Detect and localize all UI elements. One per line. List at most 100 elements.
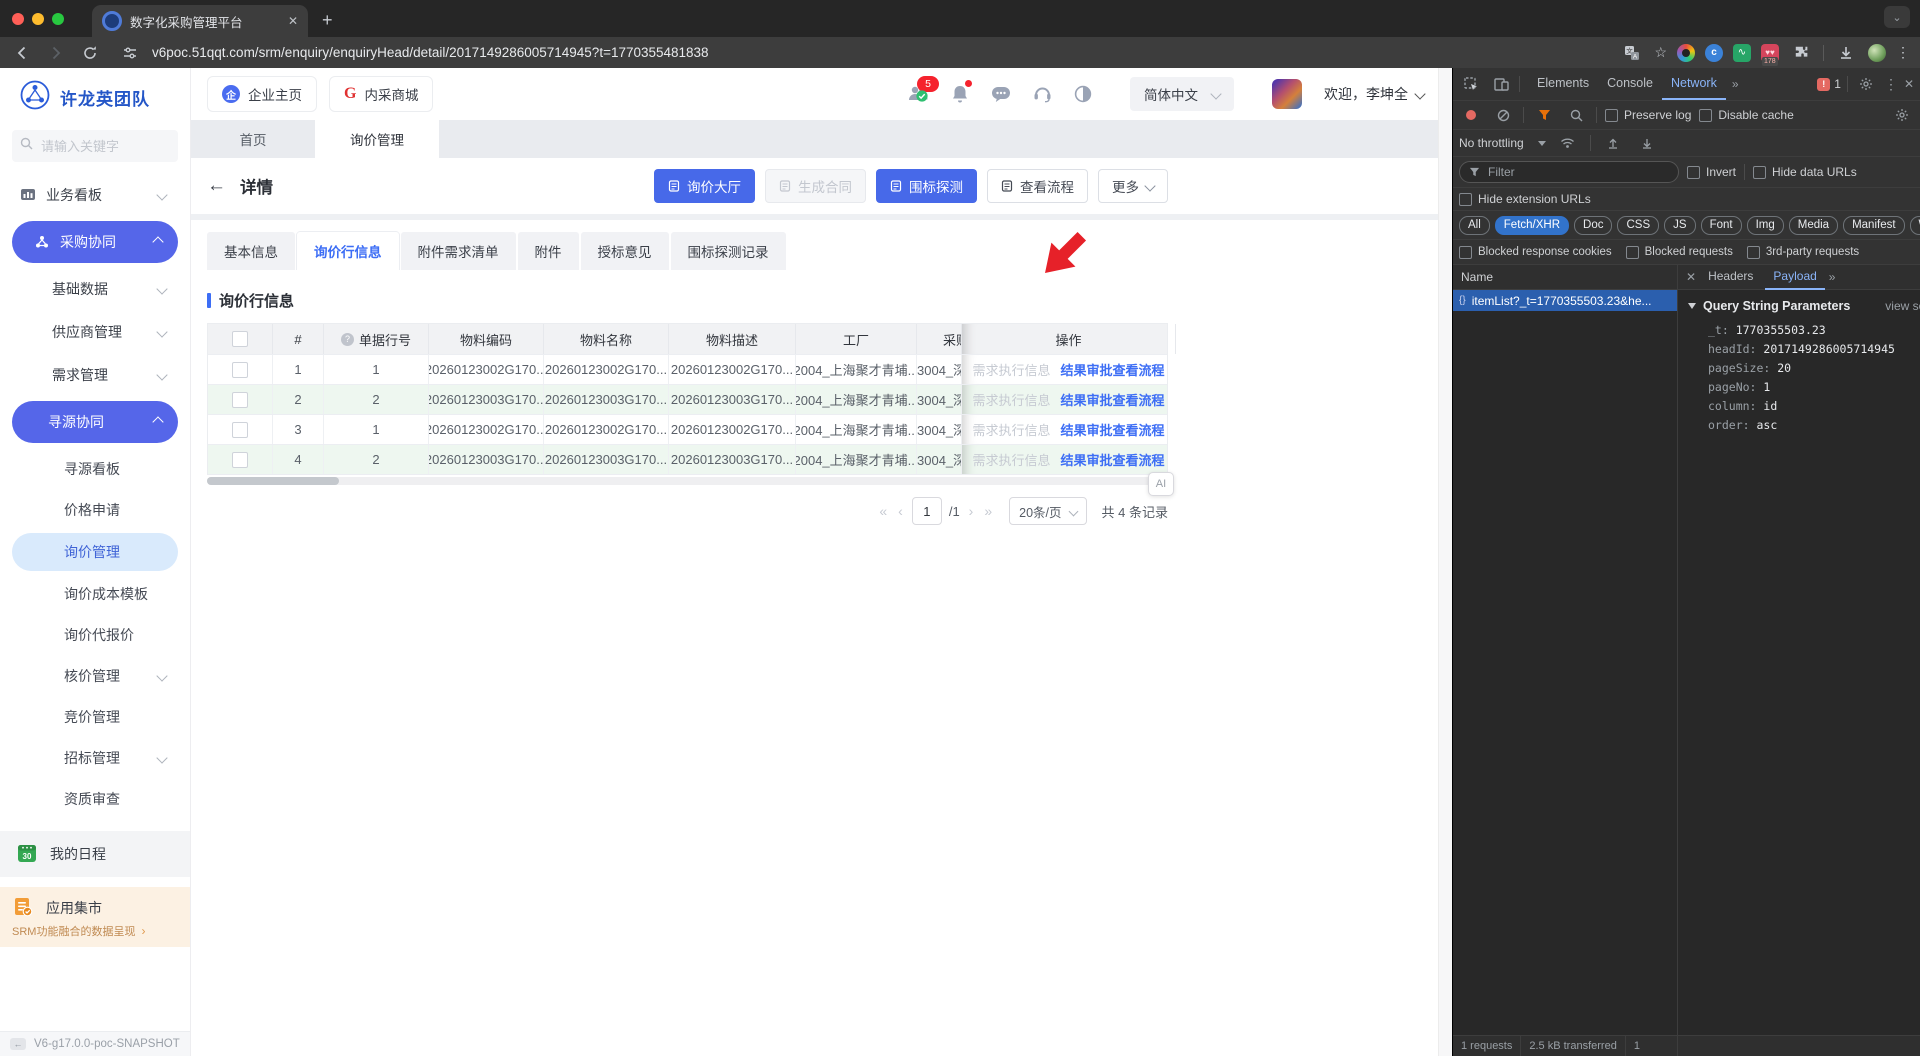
new-tab-button[interactable]: + [322,10,333,31]
blocked-cookies-checkbox[interactable]: Blocked response cookies [1459,245,1612,259]
sidebar-item-14[interactable]: 资质审查 [0,780,190,818]
network-filter-input[interactable] [1486,164,1640,180]
internal-mall-button[interactable]: G 内采商城 [329,76,434,112]
view-source-link[interactable]: view source [1885,299,1920,313]
current-page-input[interactable]: 1 [911,497,942,525]
extension-blue-icon[interactable]: c [1705,43,1723,62]
disable-cache-checkbox[interactable]: Disable cache [1699,108,1794,122]
theme-contrast-icon[interactable] [1074,85,1092,103]
sidebar-item-3[interactable]: 供应商管理 [0,313,190,351]
filter-funnel-icon[interactable] [1532,103,1556,127]
type-filter-all[interactable]: All [1459,215,1490,235]
tab-4[interactable]: 授标意见 [580,232,669,270]
reload-icon[interactable] [78,41,102,65]
horizontal-scrollbar[interactable] [207,477,1168,485]
collapse-icon[interactable]: ← [10,1038,26,1050]
tab-headers[interactable]: Headers [1700,264,1761,290]
user-avatar[interactable] [1272,79,1302,109]
tab-2[interactable]: 附件需求清单 [400,232,516,270]
devtools-menu-icon[interactable]: ⋮ [1884,76,1898,93]
action-button-4[interactable]: 更多 [1098,169,1168,203]
devtools-tab-network[interactable]: Network [1661,68,1726,100]
network-filter-input-wrap[interactable] [1459,161,1679,183]
tab-3[interactable]: 附件 [517,232,579,270]
support-headset-icon[interactable] [1033,85,1052,103]
sidebar-item-13[interactable]: 招标管理 [0,739,190,777]
action-approval-flow-link[interactable]: 结果审批查看流程 [1061,360,1165,379]
sidebar-item-5[interactable]: 寻源协同 [12,401,178,443]
action-approval-flow-link[interactable]: 结果审批查看流程 [1061,450,1165,469]
import-har-icon[interactable] [1601,131,1625,155]
close-window-button[interactable] [12,12,24,25]
network-conditions-icon[interactable] [1556,131,1580,155]
url-text[interactable]: v6poc.51qqt.com/srm/enquiry/enquiryHead/… [152,45,709,60]
device-toolbar-icon[interactable] [1489,72,1513,96]
sidebar-item-0[interactable]: 业务看板 [0,176,190,214]
browser-profile-avatar[interactable] [1868,43,1886,62]
invert-checkbox[interactable]: Invert [1687,165,1736,179]
search-input[interactable] [39,137,163,155]
chat-icon[interactable] [991,85,1011,103]
network-settings-icon[interactable] [1890,103,1914,127]
record-icon[interactable] [1459,103,1483,127]
enterprise-home-button[interactable]: 企 企业主页 [207,76,317,112]
browser-menu-icon[interactable]: ⋮ [1896,44,1910,61]
page-tab-home[interactable]: 首页 [191,120,315,158]
extension-colorwheel-icon[interactable] [1677,43,1695,62]
row-checkbox[interactable] [232,421,248,438]
translate-icon[interactable]: 文A [1620,41,1644,65]
action-approval-flow-link[interactable]: 结果审批查看流程 [1061,390,1165,409]
first-page-icon[interactable]: « [877,503,889,519]
sidebar-item-7[interactable]: 价格申请 [0,491,190,529]
sidebar-item-6[interactable]: 寻源看板 [0,450,190,488]
page-size-select[interactable]: 20条/页 [1009,497,1087,525]
name-column-header[interactable]: Name [1453,265,1677,290]
extension-green-icon[interactable]: ∿ [1733,43,1751,62]
contacts-icon[interactable]: 5 [907,76,939,103]
checkbox[interactable] [1459,245,1472,259]
close-tab-icon[interactable]: ✕ [288,14,298,28]
checkbox[interactable] [1459,192,1472,206]
select-all-checkbox[interactable] [232,331,248,347]
type-filter-ws[interactable]: WS [1909,215,1920,235]
type-filter-manifest[interactable]: Manifest [1843,215,1905,235]
more-tabs-icon[interactable]: » [1732,77,1739,91]
sidebar-item-9[interactable]: 询价成本模板 [0,575,190,613]
tab-0[interactable]: 基本信息 [207,232,295,270]
prev-page-icon[interactable]: ‹ [896,503,905,519]
sidebar-item-11[interactable]: 核价管理 [0,657,190,695]
extension-red-icon[interactable]: ♥♥ 178 [1761,43,1779,66]
next-page-icon[interactable]: › [967,503,976,519]
sidebar-search[interactable] [12,130,178,162]
scrollbar-thumb[interactable] [207,477,339,485]
user-menu[interactable]: 欢迎，李坤全 [1324,84,1426,104]
notification-bell-icon[interactable] [951,80,972,104]
site-info-icon[interactable] [118,41,142,65]
blocked-requests-checkbox[interactable]: Blocked requests [1625,245,1733,259]
checkbox[interactable] [1687,165,1700,179]
back-button[interactable]: ← [207,175,226,197]
sidebar-item-10[interactable]: 询价代报价 [0,616,190,654]
maximize-window-button[interactable] [52,12,64,25]
sidebar-item-4[interactable]: 需求管理 [0,356,190,394]
ai-assistant-button[interactable]: AI [1148,472,1174,496]
issues-badge[interactable]: ! 1 [1817,77,1841,91]
type-filter-img[interactable]: Img [1746,215,1784,235]
help-icon[interactable]: ? [340,332,354,346]
forward-icon[interactable] [44,41,68,65]
minimize-window-button[interactable] [32,12,44,25]
action-button-1[interactable]: 生成合同 [765,169,866,203]
action-button-2[interactable]: 围标探测 [876,169,977,203]
type-filter-js[interactable]: JS [1664,215,1696,235]
address-bar[interactable]: v6poc.51qqt.com/srm/enquiry/enquiryHead/… [112,41,1610,65]
checkbox[interactable] [1605,108,1618,122]
last-page-icon[interactable]: » [982,503,994,519]
row-checkbox[interactable] [232,451,248,468]
devtools-settings-icon[interactable] [1854,72,1878,96]
checkbox[interactable] [1625,245,1639,259]
page-scrollbar-gutter[interactable] [1438,68,1452,1056]
more-detail-tabs-icon[interactable]: » [1829,270,1836,284]
network-search-icon[interactable] [1564,103,1588,127]
sidebar-item-schedule[interactable]: 30 我的日程 [0,831,190,877]
extensions-puzzle-icon[interactable] [1789,41,1813,65]
